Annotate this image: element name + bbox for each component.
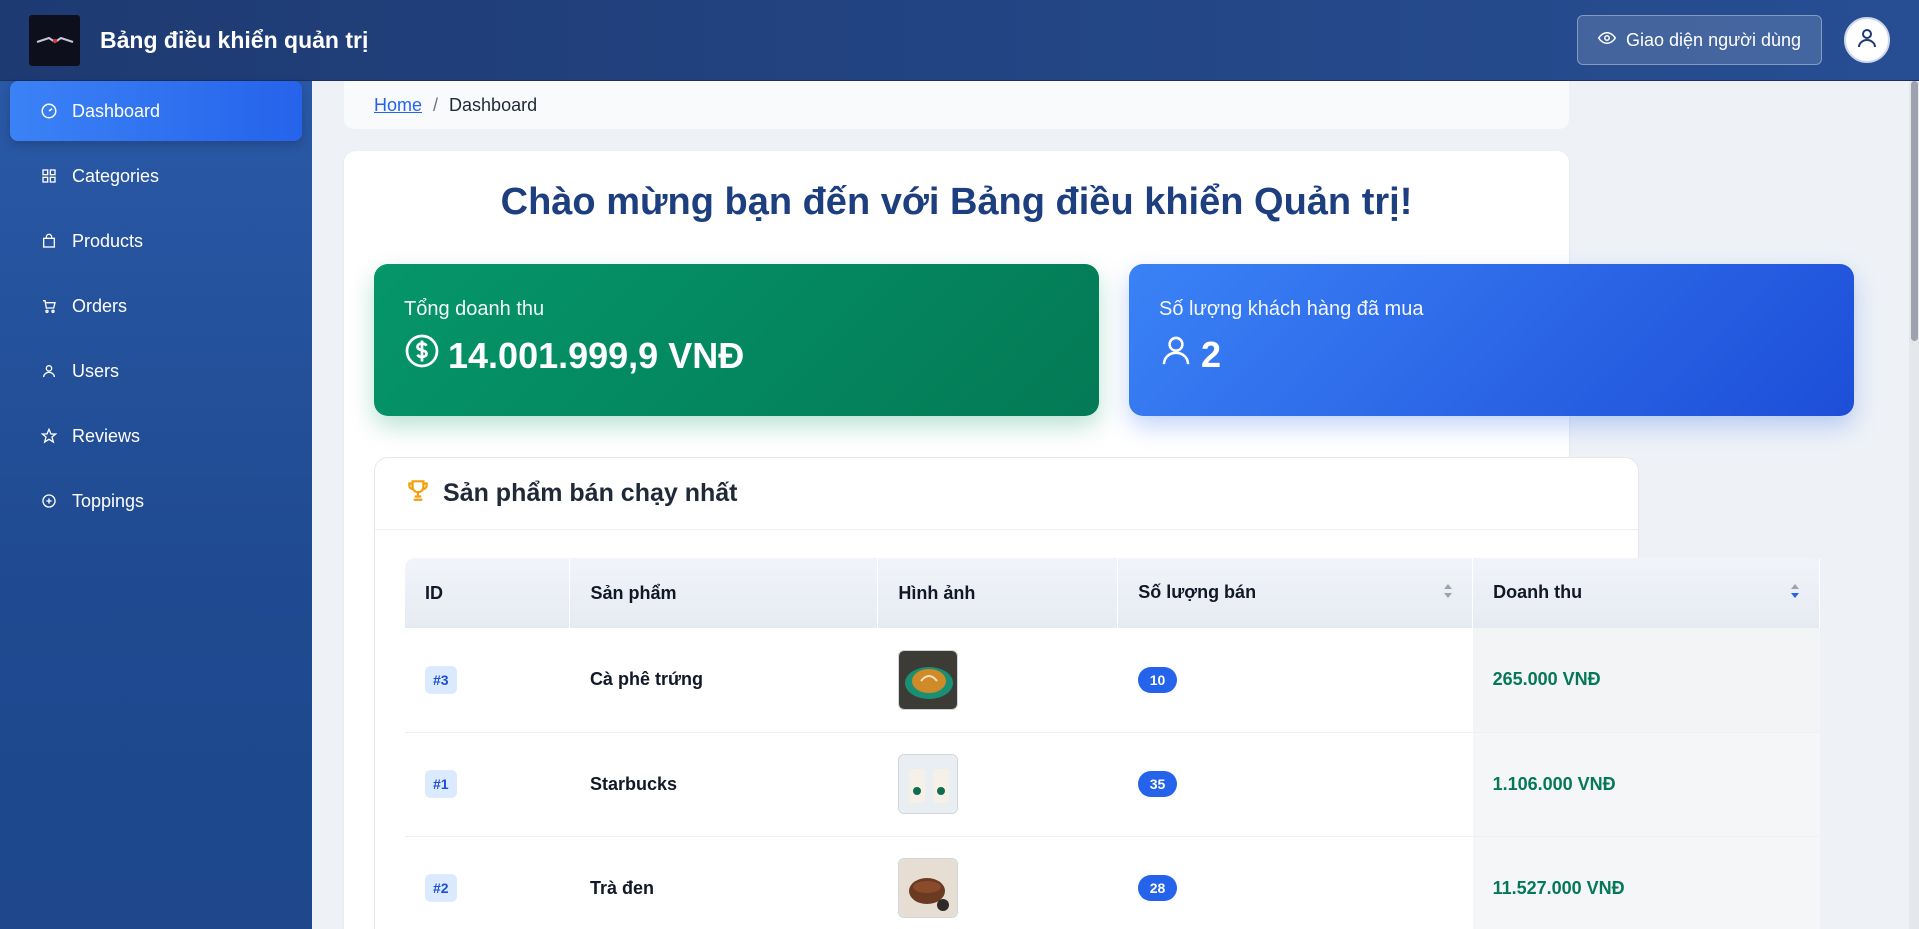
- profile-avatar-button[interactable]: [1844, 17, 1890, 63]
- page-scrollbar[interactable]: [1909, 81, 1919, 929]
- sidebar-item-toppings[interactable]: Toppings: [10, 471, 302, 531]
- sidebar-item-products[interactable]: Products: [10, 211, 302, 271]
- revenue-cell: 1.106.000 VNĐ: [1492, 773, 1616, 794]
- sidebar-item-orders[interactable]: Orders: [10, 276, 302, 336]
- product-name: Cà phê trứng: [589, 669, 703, 690]
- quantity-badge: 28: [1137, 875, 1178, 901]
- main-content: Home / Dashboard Chào mừng bạn đến với B…: [312, 81, 1919, 929]
- plus-circle-icon: [40, 492, 58, 510]
- sidebar-item-dashboard[interactable]: Dashboard: [10, 81, 302, 141]
- user-icon: [1159, 333, 1193, 376]
- sidebar-item-categories[interactable]: Categories: [10, 146, 302, 206]
- column-header-label: Số lượng bán: [1138, 581, 1257, 602]
- table-row[interactable]: #2 Trà đen 28 11.527.000 VNĐ: [405, 836, 1820, 929]
- sidebar-item-label: Users: [72, 360, 120, 381]
- column-header-quantity[interactable]: Số lượng bán: [1117, 558, 1474, 628]
- sidebar-item-label: Orders: [72, 295, 128, 316]
- eye-icon: [1597, 29, 1617, 52]
- top-products-panel: Sản phẩm bán chạy nhất ID Sản phẩm Hình …: [374, 457, 1820, 929]
- top-products-table: ID Sản phẩm Hình ảnh Số lượng bán Doanh …: [405, 558, 1820, 929]
- sidebar-item-label: Dashboard: [72, 100, 161, 121]
- product-thumbnail: [897, 649, 958, 710]
- star-icon: [40, 427, 58, 445]
- cart-icon: [40, 297, 58, 315]
- sidebar-item-label: Categories: [72, 165, 160, 186]
- bag-icon: [40, 232, 58, 250]
- column-header-image[interactable]: Hình ảnh: [877, 558, 1119, 628]
- product-thumbnail: [897, 754, 958, 814]
- sidebar-item-label: Toppings: [72, 490, 145, 511]
- quantity-badge: 10: [1137, 666, 1178, 693]
- page-title: Chào mừng bạn đến với Bảng điều khiển Qu…: [500, 181, 1413, 223]
- revenue-value: 14.001.999,9 VNĐ: [448, 334, 745, 376]
- grid-icon: [40, 167, 58, 185]
- breadcrumb-current: Dashboard: [449, 94, 538, 115]
- revenue-cell: 265.000 VNĐ: [1492, 669, 1601, 690]
- table-row[interactable]: #3 Cà phê trứng 10 265.000 VNĐ: [405, 628, 1820, 733]
- revenue-cell: 11.527.000 VNĐ: [1492, 877, 1625, 898]
- breadcrumb: Home / Dashboard: [344, 81, 1569, 129]
- column-header-id[interactable]: ID: [405, 558, 571, 628]
- scrollbar-thumb[interactable]: [1911, 81, 1918, 341]
- sidebar-item-users[interactable]: Users: [10, 341, 302, 401]
- id-badge: #2: [425, 874, 457, 902]
- column-header-product[interactable]: Sản phẩm: [569, 558, 879, 628]
- revenue-stat-card: Tổng doanh thu 14.001.999,9 VNĐ: [374, 264, 1099, 416]
- user-icon: [1855, 26, 1879, 55]
- gauge-icon: [40, 102, 58, 120]
- breadcrumb-separator: /: [433, 94, 439, 115]
- table-row[interactable]: #1 Starbucks 35 1.106.000 VNĐ: [405, 732, 1820, 837]
- product-name: Trà đen: [589, 877, 654, 898]
- user-view-label: Giao diện người dùng: [1626, 29, 1801, 50]
- id-badge: #3: [425, 665, 457, 694]
- column-header-revenue[interactable]: Doanh thu: [1472, 558, 1820, 628]
- quantity-badge: 35: [1137, 771, 1178, 797]
- customers-label: Số lượng khách hàng đã mua: [1159, 298, 1424, 320]
- user-icon: [40, 362, 58, 380]
- trophy-icon: [405, 477, 431, 510]
- app-title: Bảng điều khiển quản trị: [100, 26, 369, 53]
- sidebar-item-label: Products: [72, 230, 144, 251]
- dashboard-card: Chào mừng bạn đến với Bảng điều khiển Qu…: [344, 151, 1854, 929]
- top-products-title: Sản phẩm bán chạy nhất: [443, 479, 738, 507]
- sidebar: Dashboard Categories Products Orders Use…: [0, 81, 312, 929]
- sidebar-item-reviews[interactable]: Reviews: [10, 406, 302, 466]
- app-logo[interactable]: [29, 14, 80, 66]
- id-badge: #1: [425, 770, 457, 798]
- user-view-button[interactable]: Giao diện người dùng: [1577, 15, 1822, 65]
- product-name: Starbucks: [589, 773, 677, 794]
- sort-desc-icon[interactable]: [1789, 582, 1801, 605]
- customers-stat-card: Số lượng khách hàng đã mua 2: [1129, 264, 1854, 416]
- top-header: Bảng điều khiển quản trị Giao diện người…: [0, 0, 1919, 81]
- column-header-label: Doanh thu: [1493, 581, 1583, 602]
- sort-icon[interactable]: [1442, 582, 1454, 605]
- breadcrumb-home-link[interactable]: Home: [374, 95, 422, 116]
- sidebar-item-label: Reviews: [72, 425, 141, 446]
- product-thumbnail: [897, 858, 958, 918]
- customers-value: 2: [1201, 333, 1222, 375]
- dollar-icon: [404, 333, 440, 378]
- revenue-label: Tổng doanh thu: [404, 298, 545, 320]
